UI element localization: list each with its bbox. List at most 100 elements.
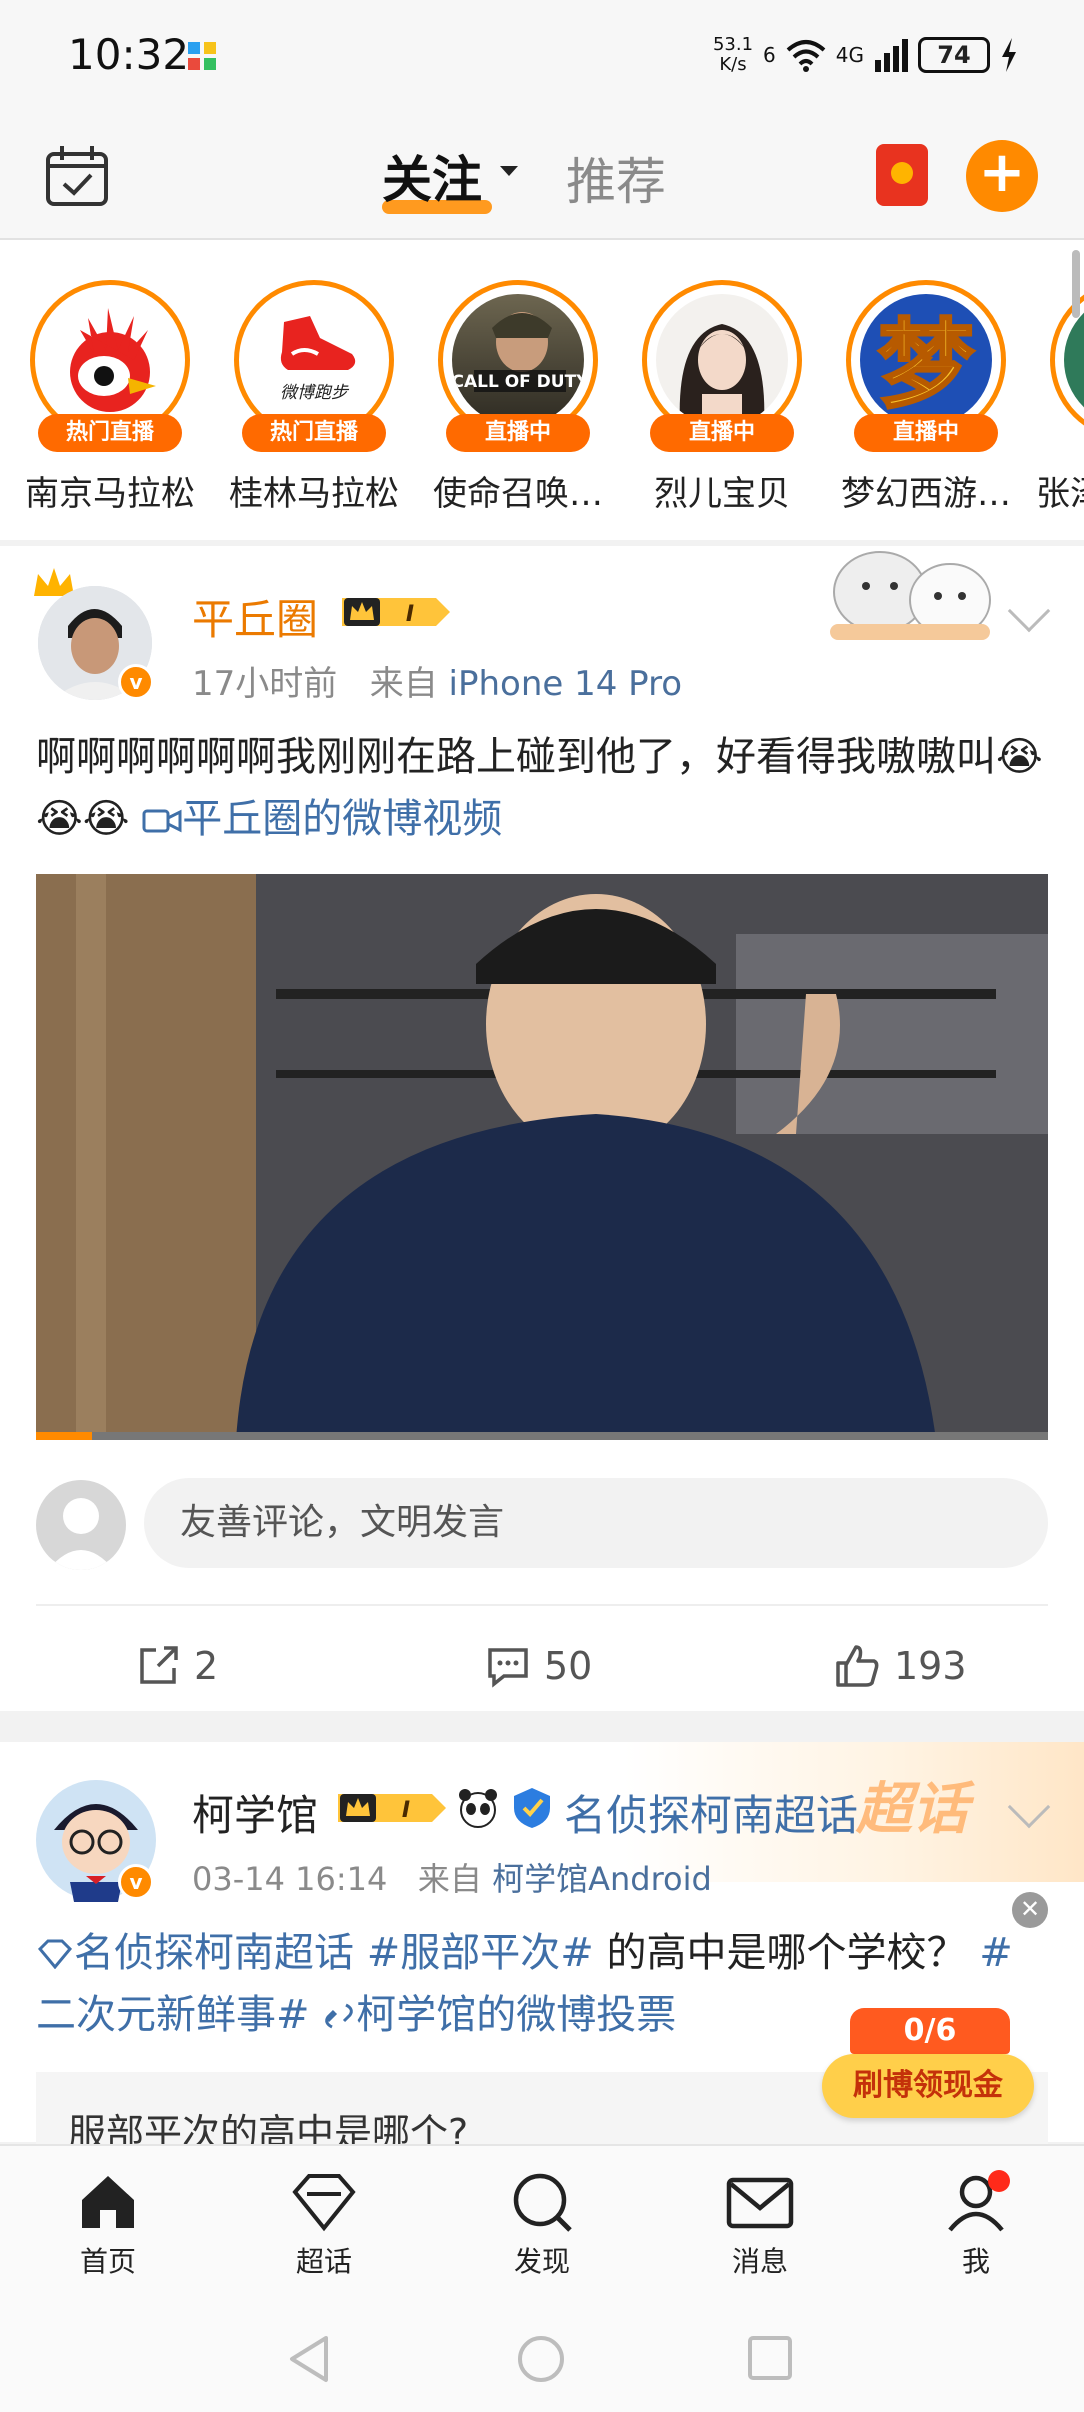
thumbs-up-icon bbox=[836, 1645, 879, 1687]
repost-button[interactable]: 2 bbox=[136, 1636, 218, 1696]
tab-messages[interactable]: 消息 bbox=[690, 2170, 830, 2290]
network-speed: 53.1 K/s bbox=[712, 34, 754, 75]
chevron-down-icon[interactable] bbox=[1007, 589, 1051, 633]
live-strip: 热门直播 南京马拉松 微博跑步 热门直播 桂林马拉松 CALL OF DUTY … bbox=[0, 240, 1084, 540]
scrollbar[interactable] bbox=[1072, 250, 1080, 318]
back-icon[interactable] bbox=[286, 2334, 332, 2384]
video-camera-icon bbox=[142, 809, 182, 833]
supertopic-link[interactable]: 名侦探柯南超话 bbox=[36, 1930, 354, 1976]
tab-me[interactable]: 我 bbox=[906, 2170, 1046, 2290]
tab-following[interactable]: 关注 bbox=[382, 140, 482, 212]
live-badge: 直播中 bbox=[854, 414, 998, 452]
video-thumbnail bbox=[36, 874, 1048, 1440]
svg-text:梦: 梦 bbox=[878, 309, 974, 421]
game-logo-icon: 梦 bbox=[860, 294, 992, 426]
notification-dot bbox=[988, 2170, 1010, 2192]
comment-icon bbox=[488, 1648, 528, 1688]
live-name: 桂林马拉松 bbox=[229, 474, 399, 514]
svg-text:I: I bbox=[406, 602, 414, 627]
panda-icon bbox=[459, 1789, 497, 1828]
supertopic-shield-icon bbox=[514, 1788, 550, 1828]
post-username[interactable]: 平丘圈 bbox=[192, 586, 318, 647]
vip-level-badge: I bbox=[342, 598, 450, 627]
wifi-icon bbox=[786, 40, 826, 72]
tab-discover[interactable]: 发现 bbox=[472, 2170, 612, 2290]
live-badge: 直播中 bbox=[650, 414, 794, 452]
comment-input[interactable]: 友善评论，文明发言 bbox=[144, 1478, 1048, 1568]
reward-count: 0/6 bbox=[850, 2008, 1010, 2054]
search-icon bbox=[513, 2173, 572, 2232]
status-icons: 53.1 K/s 6 4G 74 bbox=[713, 30, 1018, 80]
wifi-badge: 6 bbox=[763, 43, 776, 67]
status-time: 10:32 bbox=[68, 30, 190, 79]
caret-down-icon[interactable] bbox=[500, 166, 518, 176]
user-avatar-placeholder bbox=[36, 1480, 126, 1570]
mail-icon bbox=[726, 2177, 794, 2229]
post-username[interactable]: 柯学馆 bbox=[192, 1782, 318, 1843]
poll-link[interactable]: 柯学馆的微博投票 bbox=[322, 1992, 676, 2038]
video-player[interactable] bbox=[36, 874, 1048, 1440]
supertopic-link[interactable]: 名侦探柯南超话 bbox=[564, 1782, 858, 1843]
home-icon bbox=[82, 2176, 134, 2228]
tab-supertopic[interactable]: 超话 bbox=[254, 2170, 394, 2290]
app-store-icon bbox=[188, 42, 216, 70]
top-nav: 关注 推荐 + bbox=[0, 110, 1084, 240]
calendar-icon[interactable] bbox=[44, 144, 110, 208]
svg-text:CALL OF DUTY: CALL OF DUTY bbox=[452, 372, 584, 392]
post-source: iPhone 14 Pro bbox=[448, 664, 683, 704]
divider bbox=[36, 1604, 1048, 1606]
video-progress-bar[interactable] bbox=[36, 1432, 1048, 1440]
comment-button[interactable]: 50 bbox=[486, 1636, 592, 1696]
red-packet-icon[interactable] bbox=[876, 144, 928, 206]
live-item[interactable]: CALL OF DUTY 直播中 使命召唤… bbox=[418, 280, 608, 520]
home-circle-icon[interactable] bbox=[516, 2334, 566, 2384]
post-meta: 03-14 16:14 来自 柯学馆Android bbox=[192, 1860, 712, 1898]
add-post-button[interactable]: + bbox=[966, 140, 1038, 212]
share-icon bbox=[140, 1646, 178, 1684]
reward-label: 刷博领现金 bbox=[822, 2054, 1034, 2118]
live-name: 张泽 bbox=[1036, 474, 1084, 514]
live-name: 南京马拉松 bbox=[25, 474, 195, 514]
hashtag-link[interactable]: #服部平次# bbox=[367, 1930, 594, 1976]
tab-recommend[interactable]: 推荐 bbox=[566, 142, 666, 214]
live-item[interactable]: 微博跑步 热门直播 桂林马拉松 bbox=[214, 280, 404, 520]
network-type: 4G bbox=[835, 43, 864, 67]
reward-widget[interactable]: 0/6 刷博领现金 bbox=[822, 1998, 1034, 2124]
post-meta: 17小时前 来自 iPhone 14 Pro bbox=[192, 664, 683, 704]
sina-logo-icon bbox=[44, 294, 176, 426]
verified-badge: v bbox=[118, 664, 154, 700]
live-badge: 直播中 bbox=[446, 414, 590, 452]
diamond-icon bbox=[292, 2174, 356, 2232]
diamond-icon bbox=[37, 1939, 73, 1970]
live-badge: 热门直播 bbox=[242, 414, 386, 452]
live-name: 使命召唤… bbox=[433, 474, 603, 514]
status-bar: 10:32 53.1 K/s 6 4G 74 bbox=[0, 0, 1084, 110]
running-shoe-icon: 微博跑步 bbox=[248, 294, 380, 426]
signal-icon bbox=[875, 39, 908, 72]
bottom-tab-bar: 首页 超话 发现 消息 我 bbox=[0, 2144, 1084, 2302]
tab-home[interactable]: 首页 bbox=[38, 2170, 178, 2290]
feed-post[interactable]: v 平丘圈 I 17小时前 来自 iPhone 14 Pro 啊啊啊啊啊啊我刚刚… bbox=[0, 546, 1084, 1711]
link-icon bbox=[325, 2003, 354, 2029]
supertopic-watermark: 超话 bbox=[856, 1777, 968, 1842]
post-source: 柯学馆Android bbox=[492, 1860, 712, 1898]
live-item[interactable]: 直播中 烈儿宝贝 bbox=[622, 280, 812, 520]
verified-badge: v bbox=[118, 1864, 154, 1900]
streamer-avatar bbox=[656, 294, 788, 426]
post-text: 啊啊啊啊啊啊我刚刚在路上碰到他了，好看得我嗷嗷叫😭😭😭 平丘圈的微博视频 bbox=[36, 734, 1043, 842]
live-badge: 热门直播 bbox=[38, 414, 182, 452]
video-link[interactable]: 平丘圈的微博视频 bbox=[142, 796, 502, 842]
charging-icon bbox=[1002, 38, 1016, 72]
vip-level-badge: I bbox=[338, 1794, 446, 1823]
svg-text:I: I bbox=[402, 1798, 410, 1823]
svg-text:微博跑步: 微博跑步 bbox=[280, 383, 350, 403]
like-button[interactable]: 193 bbox=[834, 1636, 967, 1696]
sticker-icon bbox=[830, 551, 991, 640]
live-name: 烈儿宝贝 bbox=[654, 474, 790, 514]
weibo-app: 10:32 53.1 K/s 6 4G 74 关注 推荐 + 热门直播 南京马拉… bbox=[0, 0, 1084, 2412]
live-item[interactable]: 热门直播 南京马拉松 bbox=[10, 280, 200, 520]
system-nav-bar bbox=[0, 2302, 1084, 2412]
recent-apps-icon[interactable] bbox=[746, 2334, 794, 2382]
battery-indicator: 74 bbox=[918, 37, 990, 73]
game-avatar: CALL OF DUTY bbox=[452, 294, 584, 426]
